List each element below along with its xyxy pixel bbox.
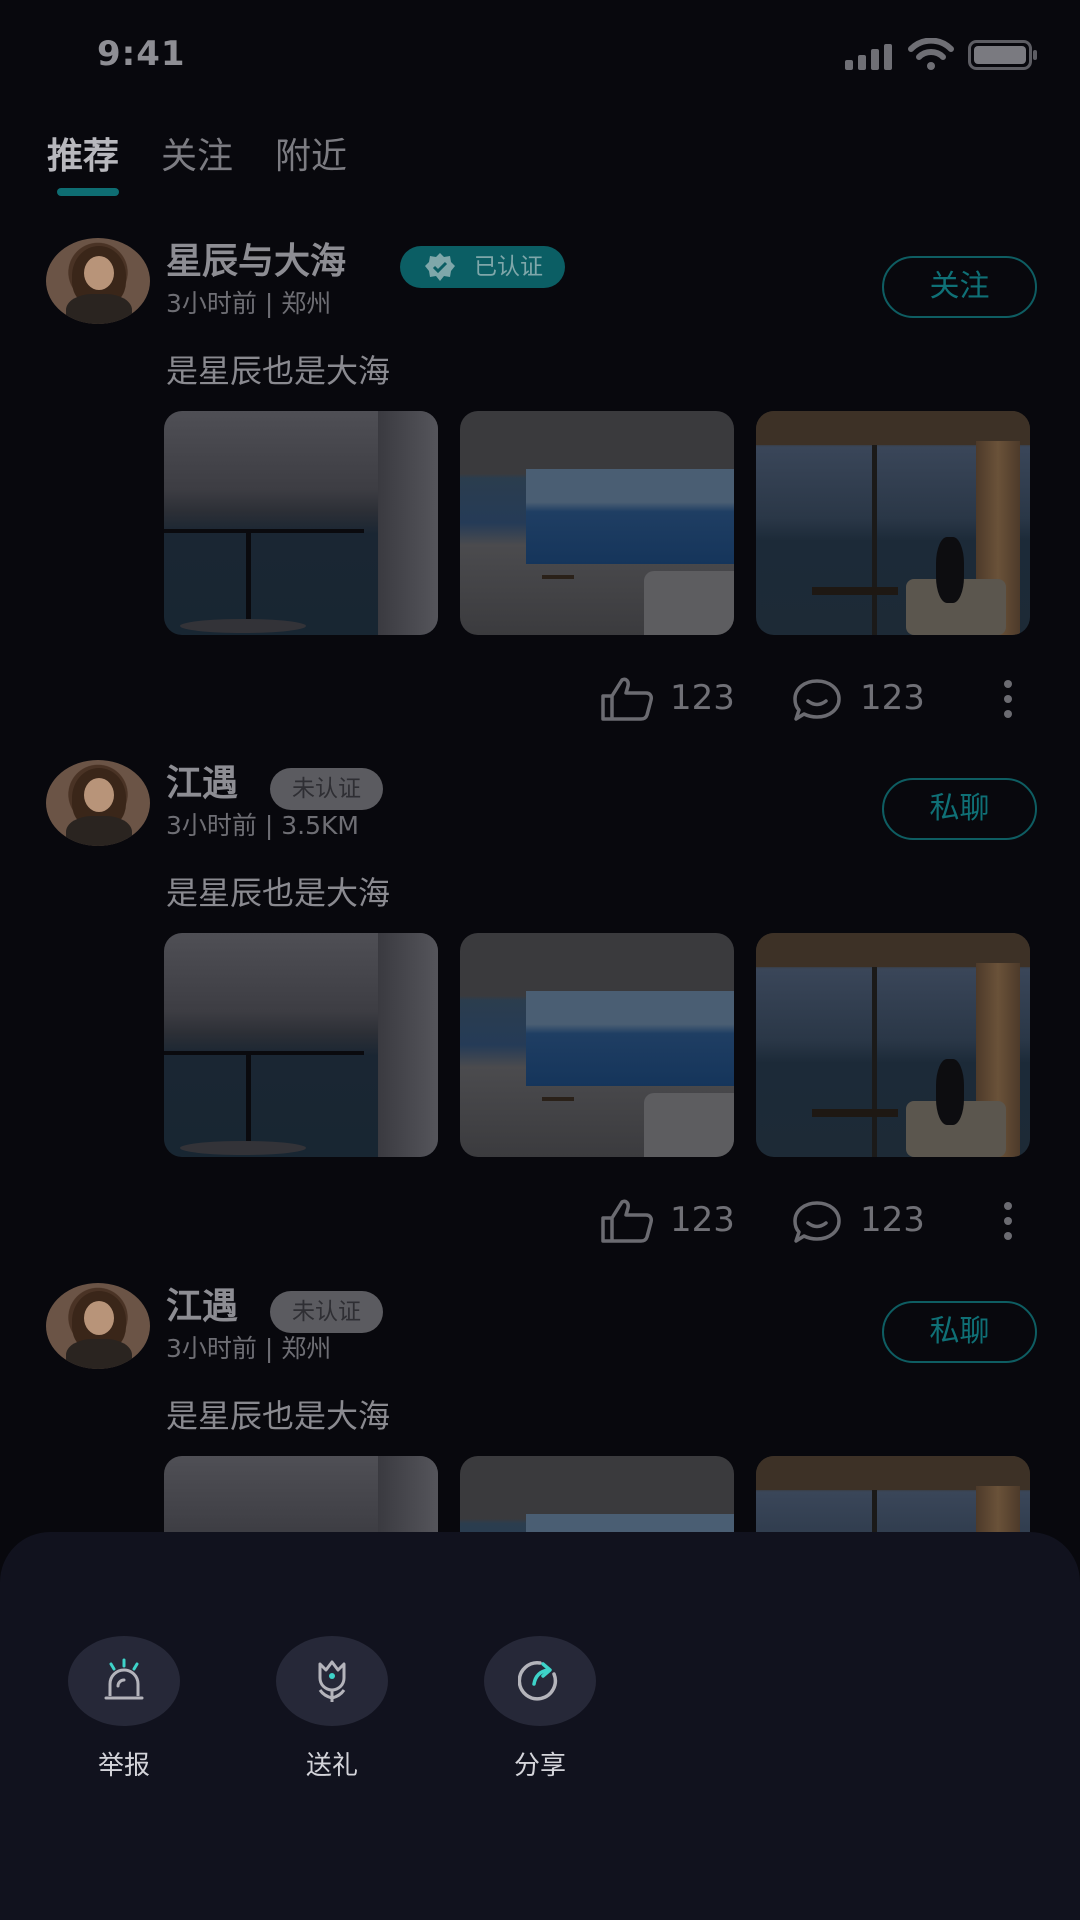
- post-stats: 123 123: [0, 668, 1080, 728]
- share-label: 分享: [513, 1751, 566, 1781]
- alarm-icon: [104, 1658, 144, 1700]
- battery-icon: [968, 40, 1037, 70]
- post-photo[interactable]: [460, 1456, 734, 1541]
- share-action-circle[interactable]: [484, 1636, 596, 1726]
- like-count: 123: [670, 1200, 735, 1240]
- status-bar: 9:41: [0, 0, 1080, 110]
- verified-badge: 已认证: [400, 246, 565, 288]
- gift-action[interactable]: 送礼: [276, 1636, 388, 1786]
- report-label: 举报: [97, 1751, 150, 1781]
- verified-icon: [425, 253, 455, 281]
- more-icon[interactable]: [1000, 1200, 1016, 1242]
- post-photo[interactable]: [460, 933, 734, 1157]
- tab-following-label: 关注: [161, 136, 234, 177]
- status-time: 9:41: [97, 34, 186, 74]
- report-action-circle[interactable]: [68, 1636, 180, 1726]
- post-username[interactable]: 江遇: [166, 762, 238, 806]
- tab-nearby-label: 附近: [275, 136, 348, 177]
- post-meta: 3小时前 | 3.5KM: [166, 811, 359, 840]
- post-photo[interactable]: [164, 933, 438, 1157]
- message-button[interactable]: 私聊: [882, 778, 1037, 840]
- post-stats: 123 123: [0, 1190, 1080, 1250]
- unverified-badge: 未认证: [270, 1291, 383, 1333]
- unverified-badge: 未认证: [270, 768, 383, 810]
- post-text: 是星辰也是大海: [166, 874, 391, 912]
- tab-recommend-label: 推荐: [47, 136, 120, 177]
- post-username[interactable]: 星辰与大海: [166, 240, 346, 284]
- avatar[interactable]: [46, 1283, 150, 1369]
- post-username[interactable]: 江遇: [166, 1285, 238, 1329]
- report-action[interactable]: 举报: [68, 1636, 180, 1786]
- share-action[interactable]: 分享: [484, 1636, 596, 1786]
- avatar[interactable]: [46, 760, 150, 846]
- like-count: 123: [670, 678, 735, 718]
- tab-following[interactable]: 关注: [161, 132, 233, 202]
- gift-label: 送礼: [305, 1751, 358, 1781]
- action-sheet: 举报 送礼 分享: [0, 1532, 1080, 1920]
- feed-post: 江遇 未认证 3小时前 | 3.5KM 私聊 是星辰也是大海 123 123: [0, 758, 1080, 1258]
- share-icon: [518, 1661, 558, 1701]
- avatar[interactable]: [46, 238, 150, 324]
- comment-icon[interactable]: [792, 678, 842, 722]
- comment-icon[interactable]: [792, 1200, 842, 1244]
- more-icon[interactable]: [1000, 678, 1016, 720]
- post-photo[interactable]: [460, 411, 734, 635]
- flower-icon: [318, 1660, 346, 1702]
- post-text: 是星辰也是大海: [166, 352, 391, 390]
- like-icon[interactable]: [600, 1198, 654, 1244]
- feed-post: 江遇 未认证 3小时前 | 郑州 私聊 是星辰也是大海: [0, 1281, 1080, 1541]
- post-photo[interactable]: [164, 1456, 438, 1541]
- post-photo[interactable]: [164, 411, 438, 635]
- post-meta: 3小时前 | 郑州: [166, 1334, 332, 1363]
- comment-count: 123: [860, 1200, 925, 1240]
- post-photo[interactable]: [756, 1456, 1030, 1541]
- post-meta: 3小时前 | 郑州: [166, 289, 332, 318]
- message-button[interactable]: 私聊: [882, 1301, 1037, 1363]
- post-text: 是星辰也是大海: [166, 1397, 391, 1435]
- like-icon[interactable]: [600, 676, 654, 722]
- tab-nearby[interactable]: 附近: [275, 132, 347, 202]
- comment-count: 123: [860, 678, 925, 718]
- post-photo[interactable]: [756, 411, 1030, 635]
- wifi-icon: [908, 38, 954, 70]
- tab-recommend[interactable]: 推荐: [47, 132, 119, 202]
- gift-action-circle[interactable]: [276, 1636, 388, 1726]
- signal-icon: [845, 44, 892, 70]
- post-photo[interactable]: [756, 933, 1030, 1157]
- tab-active-indicator: [57, 188, 119, 196]
- app-screen: 9:41 推荐 关注 附近 星辰与大海 已认证 3小时前 | 郑州 关注 是星辰…: [0, 0, 1080, 1920]
- verified-badge-label: 已认证: [474, 254, 543, 280]
- follow-button[interactable]: 关注: [882, 256, 1037, 318]
- feed-post: 星辰与大海 已认证 3小时前 | 郑州 关注 是星辰也是大海 123 123: [0, 236, 1080, 736]
- feed-tabs: 推荐 关注 附近: [47, 132, 347, 202]
